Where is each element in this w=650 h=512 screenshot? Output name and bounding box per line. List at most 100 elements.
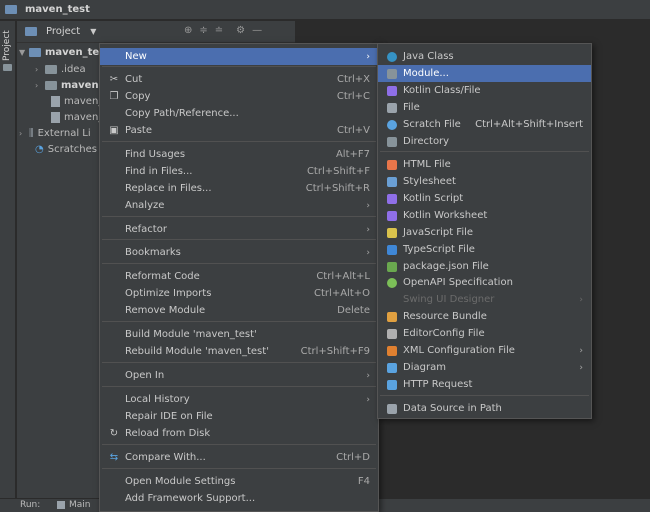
menu-item-new[interactable]: New › <box>100 48 378 65</box>
menu-item-copy-path-reference[interactable]: Copy Path/Reference... <box>100 105 378 122</box>
menu-item-compare-with[interactable]: ⇆ Compare With... Ctrl+D <box>100 449 378 466</box>
tree-item-src[interactable]: › maven <box>35 77 99 93</box>
submenu-item-xml-configuration-file[interactable]: XML Configuration File › <box>378 342 591 359</box>
submenu-item-javascript-file[interactable]: JavaScript File <box>378 224 591 241</box>
menu-item-label: HTML File <box>403 159 451 170</box>
icon-glyph <box>387 244 397 255</box>
locate-icon[interactable]: ⊕ <box>184 25 192 36</box>
xml-icon <box>386 345 398 357</box>
submenu-item-scratch-file[interactable]: Scratch File Ctrl+Alt+Shift+Insert <box>378 116 591 133</box>
tree-item-label: .idea <box>61 63 86 75</box>
menu-item-label: Rebuild Module 'maven_test' <box>125 346 269 357</box>
file-icon <box>51 111 60 123</box>
submenu-item-file[interactable]: File <box>378 99 591 116</box>
tree-item-root[interactable]: ▼ maven_te <box>19 44 99 60</box>
tree-item-idea[interactable]: › .idea <box>35 61 86 77</box>
menu-item-label: Local History <box>125 394 190 405</box>
icon-glyph <box>387 68 397 79</box>
menu-item-paste[interactable]: ▣ Paste Ctrl+V <box>100 122 378 139</box>
minimize-icon[interactable]: — <box>252 25 262 36</box>
menu-item-find-usages[interactable]: Find Usages Alt+F7 <box>100 146 378 163</box>
expand-arrow-icon[interactable]: ▼ <box>19 48 29 57</box>
menu-item-find-in-files[interactable]: Find in Files... Ctrl+Shift+F <box>100 163 378 180</box>
icon-glyph <box>387 51 397 62</box>
menu-item-remove-module[interactable]: Remove Module Delete <box>100 302 378 319</box>
tree-item-external-libraries[interactable]: › ⫼ External Li <box>19 125 91 141</box>
menu-item-label: Scratch File <box>403 119 461 130</box>
js-icon <box>386 227 398 239</box>
collapse-arrow-icon[interactable]: › <box>35 81 45 90</box>
tree-item-label: maven_ <box>64 95 104 107</box>
folder-icon <box>386 136 398 148</box>
menu-item-label: Copy Path/Reference... <box>125 108 239 119</box>
menu-item-cut[interactable]: ✂ Cut Ctrl+X <box>100 71 378 88</box>
run-tab[interactable]: Main <box>57 500 91 510</box>
libraries-icon: ⫼ <box>29 127 34 139</box>
menu-item-open-module-settings[interactable]: Open Module Settings F4 <box>100 473 378 490</box>
project-view-icon <box>25 27 37 36</box>
gear-icon[interactable]: ⚙ <box>236 25 245 36</box>
expand-all-icon[interactable]: ≑ <box>199 25 207 36</box>
project-view-selector[interactable]: Project <box>46 26 80 37</box>
tree-item-label: External Li <box>37 127 91 139</box>
menu-item-shortcut: Alt+F7 <box>335 149 370 160</box>
submenu-arrow-icon: › <box>579 294 583 305</box>
submenu-item-resource-bundle[interactable]: Resource Bundle <box>378 308 591 325</box>
submenu-item-http-request[interactable]: HTTP Request <box>378 376 591 393</box>
css-icon <box>386 176 398 188</box>
menu-item-shortcut: Ctrl+Shift+R <box>305 183 370 194</box>
submenu-item-html-file[interactable]: HTML File <box>378 156 591 173</box>
submenu-item-data-source-in-path[interactable]: Data Source in Path <box>378 400 591 417</box>
chevron-down-icon[interactable]: ▼ <box>90 27 96 36</box>
menu-item-build-module-maven-test[interactable]: Build Module 'maven_test' <box>100 326 378 343</box>
menu-item-shortcut: Ctrl+C <box>336 91 370 102</box>
menu-item-local-history[interactable]: Local History › <box>100 391 378 408</box>
editorconfig-icon <box>386 328 398 340</box>
tree-item-label: maven <box>61 79 99 91</box>
menu-item-refactor[interactable]: Refactor › <box>100 221 378 238</box>
menu-item-analyze[interactable]: Analyze › <box>100 197 378 214</box>
submenu-item-openapi-specification[interactable]: OpenAPI Specification <box>378 274 591 291</box>
submenu-item-diagram[interactable]: Diagram › <box>378 359 591 376</box>
collapse-arrow-icon[interactable]: › <box>19 129 29 138</box>
menu-item-rebuild-module-maven-test[interactable]: Rebuild Module 'maven_test' Ctrl+Shift+F9 <box>100 343 378 360</box>
submenu-item-typescript-file[interactable]: TypeScript File <box>378 241 591 258</box>
tree-item-scratches[interactable]: ◔ Scratches <box>35 141 97 157</box>
project-tool-tab[interactable]: Project <box>1 25 15 69</box>
submenu-item-java-class[interactable]: Java Class <box>378 48 591 65</box>
menu-item-add-framework-support[interactable]: Add Framework Support... <box>100 490 378 507</box>
menu-separator <box>102 468 376 469</box>
submenu-item-kotlin-class-file[interactable]: Kotlin Class/File <box>378 82 591 99</box>
submenu-item-kotlin-worksheet[interactable]: Kotlin Worksheet <box>378 207 591 224</box>
icon-glyph <box>387 328 397 339</box>
run-tab-label: Main <box>69 500 91 510</box>
submenu-item-package-json-file[interactable]: package.json File <box>378 258 591 275</box>
menu-item-replace-in-files[interactable]: Replace in Files... Ctrl+Shift+R <box>100 180 378 197</box>
menu-item-label: Paste <box>125 125 152 136</box>
submenu-item-directory[interactable]: Directory <box>378 133 591 150</box>
submenu-item-module[interactable]: Module... <box>378 65 591 82</box>
menu-item-reformat-code[interactable]: Reformat Code Ctrl+Alt+L <box>100 268 378 285</box>
tree-item-file[interactable]: maven_ <box>51 109 103 125</box>
submenu-item-editorconfig-file[interactable]: EditorConfig File <box>378 325 591 342</box>
menu-item-label: Data Source in Path <box>403 403 502 414</box>
menu-separator <box>380 395 589 396</box>
database-icon <box>386 403 398 415</box>
tree-item-file[interactable]: maven_ <box>51 93 103 109</box>
menu-item-label: Module... <box>403 68 449 79</box>
collapse-arrow-icon[interactable]: › <box>35 65 45 74</box>
menu-item-label: Java Class <box>403 51 454 62</box>
menu-item-optimize-imports[interactable]: Optimize Imports Ctrl+Alt+O <box>100 285 378 302</box>
submenu-item-kotlin-script[interactable]: Kotlin Script <box>378 190 591 207</box>
icon-glyph <box>387 345 397 356</box>
submenu-item-stylesheet[interactable]: Stylesheet <box>378 173 591 190</box>
collapse-all-icon[interactable]: ≐ <box>215 25 223 36</box>
project-tab-label: Project <box>2 30 12 61</box>
menu-item-copy[interactable]: ❐ Copy Ctrl+C <box>100 88 378 105</box>
menu-separator <box>380 151 589 152</box>
menu-item-open-in[interactable]: Open In › <box>100 367 378 384</box>
menu-item-label: Kotlin Script <box>403 193 464 204</box>
menu-item-reload-from-disk[interactable]: ↻ Reload from Disk <box>100 425 378 442</box>
menu-item-bookmarks[interactable]: Bookmarks › <box>100 244 378 261</box>
menu-item-repair-ide-on-file[interactable]: Repair IDE on File <box>100 408 378 425</box>
